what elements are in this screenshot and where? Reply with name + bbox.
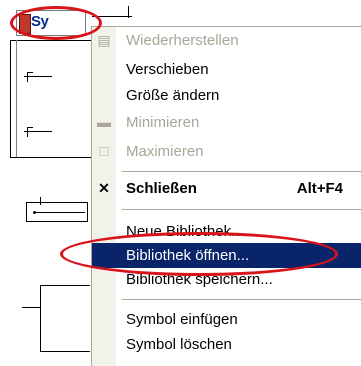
menu-item-label: Minimieren [126, 114, 200, 131]
panel-divider [16, 40, 17, 158]
panel-border-top [10, 40, 92, 41]
minimize-icon: ▬ [97, 114, 111, 130]
menu-item-close[interactable]: ✕ Schließen Alt+F4 [92, 176, 361, 201]
menu-separator [122, 171, 361, 172]
toolbar-tick [128, 6, 129, 18]
menu-item-save-library[interactable]: Bibliothek speichern... [92, 267, 361, 292]
menu-separator [122, 299, 361, 300]
menu-item-insert-symbol[interactable]: Symbol einfügen [92, 307, 361, 332]
menu-item-label: Bibliothek öffnen... [126, 247, 250, 264]
menu-item-label: Neue Bibliothek... [126, 223, 244, 240]
menu-item-open-library[interactable]: Bibliothek öffnen... [92, 243, 361, 268]
menu-item-move[interactable]: Verschieben [92, 57, 361, 82]
menu-item-label: Verschieben [126, 61, 209, 78]
menu-item-label: Symbol löschen [126, 336, 232, 353]
menu-item-label: Bibliothek speichern... [126, 271, 273, 288]
close-icon: ✕ [98, 180, 110, 196]
restore-icon: ▤ [97, 32, 111, 48]
system-menu: ▤ Wiederherstellen Verschieben Größe änd… [91, 26, 361, 366]
menu-item-label: Schließen [126, 180, 197, 197]
toolbar-line [92, 16, 132, 17]
maximize-icon: □ [99, 143, 109, 159]
menu-item-maximize[interactable]: □ Maximieren [92, 139, 361, 164]
system-menu-button[interactable]: Sy [16, 10, 86, 36]
menu-item-shortcut: Alt+F4 [296, 180, 343, 197]
application-icon [19, 14, 31, 34]
symbol-rect-stub [40, 197, 41, 205]
menu-item-minimize[interactable]: ▬ Minimieren [92, 110, 361, 135]
menu-item-label: Symbol einfügen [126, 311, 238, 328]
menu-item-label: Maximieren [126, 143, 204, 160]
symbol-preview-2 [24, 125, 52, 139]
menu-item-label: Wiederherstellen [126, 32, 239, 49]
menu-item-new-library[interactable]: Neue Bibliothek... [92, 219, 361, 244]
symbol-rectangle [26, 202, 88, 222]
app-icon-label: Sy [31, 13, 49, 30]
menu-item-label: Größe ändern [126, 87, 220, 104]
panel-border-left [10, 40, 11, 158]
menu-separator [122, 209, 361, 210]
panel-border-bottom [10, 157, 92, 158]
menu-item-restore[interactable]: ▤ Wiederherstellen [92, 28, 361, 53]
menu-item-delete-symbol[interactable]: Symbol löschen [92, 332, 361, 357]
symbol-bracket [22, 285, 92, 355]
symbol-preview-1 [24, 70, 52, 84]
menu-item-size[interactable]: Größe ändern [92, 83, 361, 108]
